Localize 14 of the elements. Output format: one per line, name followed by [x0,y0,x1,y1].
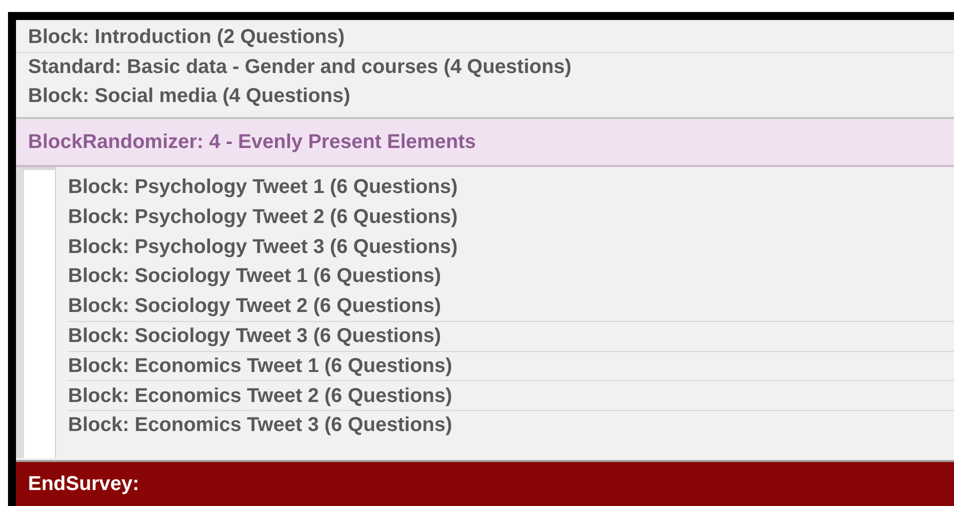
block-row[interactable]: Standard: Basic data - Gender and courses (4 Questions) [16,52,954,81]
block-row[interactable]: Block: Sociology Tweet 2 (6 Questions) [68,291,954,321]
block-row[interactable]: Block: Psychology Tweet 3 (6 Questions) [68,232,954,262]
block-row[interactable]: Block: Sociology Tweet 1 (6 Questions) [68,262,954,292]
end-survey-bar[interactable]: EndSurvey: [16,460,954,506]
block-row[interactable]: Block: Economics Tweet 2 (6 Questions) [68,380,954,410]
block-row[interactable]: Block: Economics Tweet 1 (6 Questions) [68,350,954,380]
block-row[interactable]: Block: Economics Tweet 3 (6 Questions) [68,410,954,440]
block-row[interactable]: Block: Social media (4 Questions) [16,81,954,110]
block-row[interactable]: Block: Sociology Tweet 3 (6 Questions) [68,320,954,351]
block-row[interactable]: Block: Psychology Tweet 2 (6 Questions) [68,202,954,232]
randomizer-header[interactable]: BlockRandomizer: 4 - Evenly Present Elements [16,118,954,166]
block-row[interactable]: Block: Psychology Tweet 1 (6 Questions) [68,172,954,202]
block-row[interactable]: Block: Introduction (2 Questions) [16,22,954,52]
